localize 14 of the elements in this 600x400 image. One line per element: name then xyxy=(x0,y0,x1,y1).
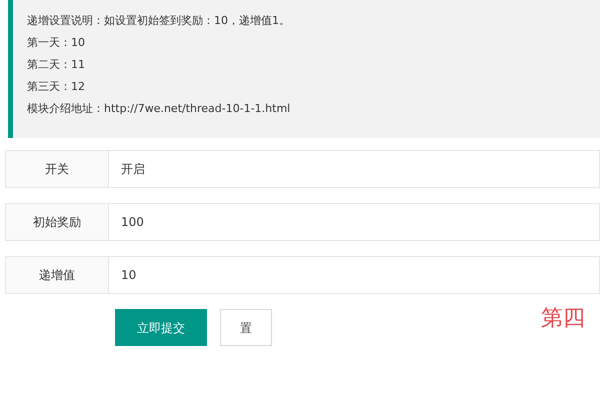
notice-text: 第一天：10 xyxy=(27,35,86,51)
input-field[interactable]: 10 xyxy=(109,256,600,294)
notice-text: 模块介绍地址：http://7we.net/thread-10-1-1.html xyxy=(27,101,292,117)
field-label: 开关 xyxy=(5,150,109,188)
submit-button[interactable]: 立即提交 xyxy=(115,309,207,346)
notice-text: 第三天：12 xyxy=(27,79,86,95)
field-label: 递增值 xyxy=(5,256,109,294)
input-field[interactable]: 开启 xyxy=(109,150,600,188)
reset-button[interactable]: 置 xyxy=(220,309,272,346)
step-caption: 第四 xyxy=(541,305,585,333)
notice-text: 第二天：11 xyxy=(27,57,86,73)
field-label: 初始奖励 xyxy=(5,203,109,241)
input-field[interactable]: 100 xyxy=(109,203,600,241)
notice-text: 递增设置说明：如设置初始签到奖励：10，递增值1。 xyxy=(27,13,291,29)
